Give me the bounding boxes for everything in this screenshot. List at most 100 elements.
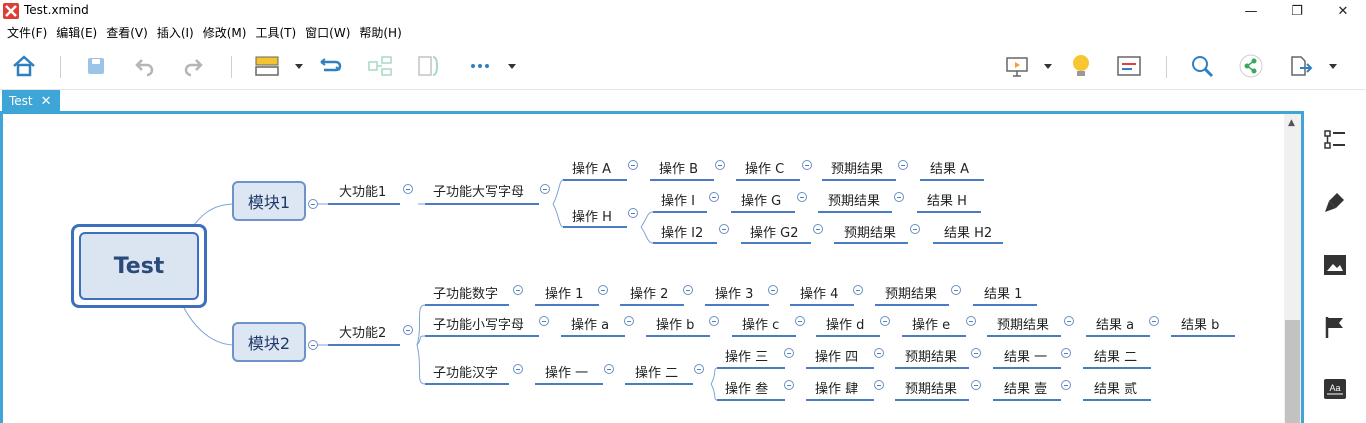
- collapse-icon[interactable]: [874, 348, 884, 358]
- subtopic-chinese[interactable]: 子功能汉字: [433, 362, 498, 381]
- topic-op-b[interactable]: 操作 B: [659, 158, 698, 177]
- chevron-up-icon[interactable]: ▲: [1288, 118, 1295, 128]
- topic-op-1[interactable]: 操作 1: [545, 283, 583, 302]
- chevron-down-icon[interactable]: [1329, 64, 1337, 69]
- topic-expected-cn2[interactable]: 预期结果: [905, 378, 957, 397]
- search-icon[interactable]: [1187, 51, 1217, 81]
- close-icon[interactable]: ✕: [41, 94, 52, 109]
- collapse-icon[interactable]: [802, 160, 812, 170]
- scrollbar-thumb[interactable]: [1285, 320, 1300, 423]
- topic-op-san[interactable]: 操作 三: [725, 346, 768, 365]
- collapse-icon[interactable]: [719, 224, 729, 234]
- topic-result-h[interactable]: 结果 H: [927, 190, 967, 209]
- subtopic-feature1[interactable]: 大功能1: [339, 181, 386, 200]
- topic-op-2[interactable]: 操作 2: [630, 283, 668, 302]
- collapse-icon[interactable]: [880, 316, 890, 326]
- relationship-icon[interactable]: [316, 51, 346, 81]
- collapse-icon[interactable]: [628, 208, 638, 218]
- topic-op-e-lower[interactable]: 操作 e: [912, 314, 950, 333]
- share-icon[interactable]: [1236, 51, 1266, 81]
- subtopic-numbers[interactable]: 子功能数字: [433, 283, 498, 302]
- menu-insert[interactable]: 插入(I): [154, 24, 200, 41]
- collapse-icon[interactable]: [813, 224, 823, 234]
- collapse-icon[interactable]: [874, 380, 884, 390]
- topic-expected-h[interactable]: 预期结果: [828, 190, 880, 209]
- topic-result-1[interactable]: 结果 1: [984, 283, 1022, 302]
- tab-test[interactable]: Test ✕: [2, 90, 60, 112]
- minimize-button[interactable]: —: [1228, 0, 1274, 22]
- collapse-icon[interactable]: [683, 285, 693, 295]
- chevron-down-icon[interactable]: [295, 64, 303, 69]
- topic-op-4[interactable]: 操作 4: [800, 283, 838, 302]
- topic-op-yi[interactable]: 操作 一: [545, 362, 588, 381]
- collapse-icon[interactable]: [1061, 348, 1071, 358]
- menu-modify[interactable]: 修改(M): [200, 24, 253, 41]
- save-icon[interactable]: [81, 51, 111, 81]
- insert-topic-icon[interactable]: [252, 51, 282, 81]
- topic-op-d-lower[interactable]: 操作 d: [826, 314, 864, 333]
- collapse-icon[interactable]: [709, 316, 719, 326]
- topic-op-h[interactable]: 操作 H: [572, 206, 612, 225]
- topic-op-er[interactable]: 操作 二: [635, 362, 678, 381]
- collapse-icon[interactable]: [403, 325, 413, 335]
- collapse-icon[interactable]: [971, 380, 981, 390]
- main-topic-module2[interactable]: 模块2: [232, 322, 306, 362]
- collapse-icon[interactable]: [715, 160, 725, 170]
- subtopic-lowercase[interactable]: 子功能小写字母: [433, 314, 524, 333]
- collapse-icon[interactable]: [951, 285, 961, 295]
- collapse-icon[interactable]: [1061, 380, 1071, 390]
- outline-icon[interactable]: [1114, 51, 1144, 81]
- menu-tools[interactable]: 工具(T): [252, 24, 302, 41]
- collapse-icon[interactable]: [797, 192, 807, 202]
- mindmap-canvas[interactable]: Test 模块1 模块2 大功能1 子功能大写字母 操作 A 操作 B 操作 C…: [0, 111, 1304, 423]
- topic-expected-lower[interactable]: 预期结果: [997, 314, 1049, 333]
- topic-op-san-formal[interactable]: 操作 叁: [725, 378, 768, 397]
- topic-result-a-lower[interactable]: 结果 a: [1096, 314, 1134, 333]
- subtopic-feature2[interactable]: 大功能2: [339, 322, 386, 341]
- topic-op-g2[interactable]: 操作 G2: [750, 222, 798, 241]
- undo-icon[interactable]: [130, 51, 160, 81]
- topic-op-i2[interactable]: 操作 I2: [661, 222, 703, 241]
- export-icon[interactable]: [1286, 51, 1316, 81]
- central-topic[interactable]: Test: [71, 224, 207, 308]
- collapse-icon[interactable]: [513, 364, 523, 374]
- collapse-icon[interactable]: [1149, 316, 1159, 326]
- boundary-icon[interactable]: [413, 51, 443, 81]
- collapse-icon[interactable]: [694, 364, 704, 374]
- collapse-icon[interactable]: [1064, 316, 1074, 326]
- style-icon[interactable]: [1322, 189, 1348, 215]
- presentation-icon[interactable]: [1002, 51, 1032, 81]
- chevron-down-icon[interactable]: [1044, 64, 1052, 69]
- topic-result-a[interactable]: 结果 A: [930, 158, 969, 177]
- topic-op-a-lower[interactable]: 操作 a: [571, 314, 609, 333]
- collapse-icon[interactable]: [971, 348, 981, 358]
- menu-window[interactable]: 窗口(W): [302, 24, 356, 41]
- topic-result-er-formal[interactable]: 结果 贰: [1094, 378, 1137, 397]
- collapse-icon[interactable]: [795, 316, 805, 326]
- collapse-icon[interactable]: [768, 285, 778, 295]
- marker-icon[interactable]: [1322, 314, 1348, 340]
- collapse-icon[interactable]: [784, 348, 794, 358]
- collapse-icon[interactable]: [539, 316, 549, 326]
- topic-result-b-lower[interactable]: 结果 b: [1181, 314, 1219, 333]
- menu-view[interactable]: 查看(V): [103, 24, 154, 41]
- close-window-button[interactable]: ✕: [1320, 0, 1366, 22]
- collapse-icon[interactable]: [853, 285, 863, 295]
- collapse-icon[interactable]: [308, 340, 318, 350]
- collapse-icon[interactable]: [628, 160, 638, 170]
- chevron-down-icon[interactable]: [508, 64, 516, 69]
- topic-op-si-formal[interactable]: 操作 肆: [815, 378, 858, 397]
- idea-icon[interactable]: [1066, 51, 1096, 81]
- topic-result-yi[interactable]: 结果 一: [1004, 346, 1047, 365]
- collapse-icon[interactable]: [709, 192, 719, 202]
- collapse-icon[interactable]: [624, 316, 634, 326]
- collapse-icon[interactable]: [894, 192, 904, 202]
- topic-op-b-lower[interactable]: 操作 b: [656, 314, 694, 333]
- main-topic-module1[interactable]: 模块1: [232, 181, 306, 221]
- collapse-icon[interactable]: [604, 364, 614, 374]
- subtopic-m1-sub[interactable]: 子功能大写字母: [433, 181, 524, 200]
- topic-expected-a[interactable]: 预期结果: [831, 158, 883, 177]
- topic-op-si[interactable]: 操作 四: [815, 346, 858, 365]
- topic-expected-h2[interactable]: 预期结果: [844, 222, 896, 241]
- topic-op-a[interactable]: 操作 A: [572, 158, 611, 177]
